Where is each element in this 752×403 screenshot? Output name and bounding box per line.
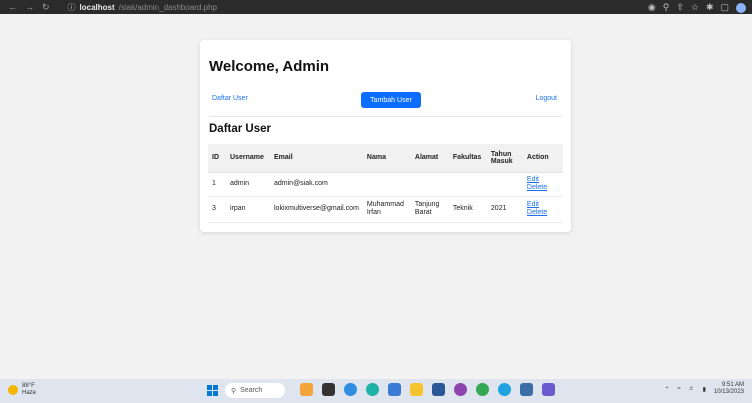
edit-link[interactable]: Edit — [527, 176, 559, 184]
store-icon[interactable] — [432, 383, 445, 396]
cell-id: 3 — [208, 196, 226, 223]
browser-toolbar: ← → ↻ ⓘ localhost/siak/admin_dashboard.p… — [0, 0, 752, 14]
wifi-icon[interactable]: ≈ — [677, 386, 680, 392]
logout-link[interactable]: Logout — [536, 95, 557, 102]
col-header-nama: Nama — [362, 144, 411, 173]
users-table: ID Username Email Nama Alamat Fakultas T… — [208, 144, 563, 223]
battery-icon[interactable]: ▮ — [703, 386, 706, 393]
share-icon[interactable]: ⇧ — [676, 2, 684, 13]
cell-email: admin@siak.com — [270, 172, 363, 197]
table-header-row: ID Username Email Nama Alamat Fakultas T… — [208, 144, 563, 173]
tambah-user-button[interactable]: Tambah User — [361, 92, 421, 108]
sidebar-icon[interactable]: ▢ — [720, 2, 729, 13]
daftar-user-link[interactable]: Daftar User — [212, 95, 248, 102]
dashboard-card: Welcome, Admin Daftar User Tambah User L… — [200, 40, 571, 232]
taskbar: 88°F Haze ⚲ Search ⌃ ≈ ♬ ▮ 9:51 AM 10/13… — [0, 379, 752, 403]
search-label: Search — [240, 387, 263, 394]
divider — [209, 116, 562, 117]
url-host: localhost — [79, 2, 115, 12]
cell-alamat — [410, 172, 449, 197]
cell-email: lokixmultiverse@gmail.com — [270, 196, 363, 223]
app-icon[interactable] — [498, 383, 511, 396]
chrome-icon[interactable] — [476, 383, 489, 396]
page-body: Welcome, Admin Daftar User Tambah User L… — [0, 14, 752, 379]
file-explorer-icon[interactable] — [410, 383, 423, 396]
address-bar[interactable]: ⓘ localhost/siak/admin_dashboard.php — [68, 2, 217, 13]
windows-start-icon[interactable] — [207, 385, 218, 396]
col-header-fakultas: Fakultas — [448, 144, 487, 173]
weather-desc: Haze — [22, 389, 37, 396]
col-header-action: Action — [522, 144, 563, 173]
table-row: 1 admin admin@siak.com Edit Delete — [208, 172, 563, 197]
puzzle-icon[interactable]: ✱ — [706, 2, 714, 13]
vs-icon[interactable] — [542, 383, 555, 396]
section-title: Daftar User — [209, 123, 271, 135]
cell-nama: Muhammad Irfan — [362, 196, 411, 223]
profile-avatar[interactable] — [736, 2, 746, 13]
cell-action: Edit Delete — [522, 196, 563, 223]
weather-temp: 88°F — [22, 383, 35, 389]
chevron-up-icon[interactable]: ⌃ — [664, 386, 669, 393]
col-header-tahun-masuk: Tahun Masuk — [486, 144, 523, 173]
page-title: Welcome, Admin — [209, 58, 330, 75]
app-icon[interactable] — [454, 383, 467, 396]
cell-nama — [362, 172, 411, 197]
forward-icon[interactable]: → — [25, 2, 34, 13]
zoom-icon[interactable]: ⚲ — [663, 2, 670, 13]
clock[interactable]: 9:51 AM 10/13/2023 — [714, 382, 744, 396]
search-icon: ⚲ — [231, 387, 237, 395]
extension-icon[interactable]: ◉ — [648, 2, 656, 13]
widgets-icon[interactable] — [300, 383, 313, 396]
cell-username: irpan — [226, 196, 270, 223]
weather-widget[interactable]: 88°F Haze — [8, 383, 36, 396]
system-tray: ⌃ ≈ ♬ ▮ 9:51 AM 10/13/2023 — [664, 382, 744, 396]
weather-text: 88°F Haze — [22, 383, 36, 396]
clock-time: 9:51 AM — [721, 382, 744, 388]
app-icon[interactable] — [520, 383, 533, 396]
vscode-icon[interactable] — [388, 383, 401, 396]
cell-id: 1 — [208, 172, 226, 197]
bookmark-star-icon[interactable]: ☆ — [691, 2, 699, 13]
cell-action: Edit Delete — [522, 172, 563, 197]
cell-tahun — [486, 172, 523, 197]
cell-fakultas — [448, 172, 487, 197]
browser-nav: ← → ↻ — [0, 2, 50, 13]
cell-alamat: Tanjung Barat — [410, 196, 449, 223]
site-info-icon[interactable]: ⓘ — [68, 2, 76, 13]
url-path: /siak/admin_dashboard.php — [118, 2, 217, 12]
clock-date: 10/13/2023 — [713, 389, 744, 396]
back-icon[interactable]: ← — [8, 2, 17, 13]
cell-username: admin — [226, 172, 270, 197]
action-links: Daftar User Tambah User Logout — [209, 92, 562, 112]
col-header-alamat: Alamat — [410, 144, 449, 173]
taskbar-search[interactable]: ⚲ Search — [225, 383, 285, 398]
volume-icon[interactable]: ♬ — [689, 386, 695, 392]
reload-icon[interactable]: ↻ — [42, 2, 50, 13]
col-header-username: Username — [226, 144, 270, 173]
delete-link[interactable]: Delete — [527, 209, 559, 217]
delete-link[interactable]: Delete — [527, 184, 559, 192]
edit-link[interactable]: Edit — [527, 201, 559, 209]
cell-fakultas: Teknik — [448, 196, 487, 223]
chat-icon[interactable] — [344, 383, 357, 396]
browser-actions: ◉ ⚲ ⇧ ☆ ✱ ▢ — [648, 2, 746, 13]
task-view-icon[interactable] — [322, 383, 335, 396]
sun-icon — [8, 384, 18, 395]
col-header-id: ID — [208, 144, 226, 173]
table-row: 3 irpan lokixmultiverse@gmail.com Muhamm… — [208, 196, 563, 223]
taskbar-apps — [300, 383, 555, 396]
edge-icon[interactable] — [366, 383, 379, 396]
cell-tahun: 2021 — [486, 196, 523, 223]
col-header-email: Email — [270, 144, 363, 173]
